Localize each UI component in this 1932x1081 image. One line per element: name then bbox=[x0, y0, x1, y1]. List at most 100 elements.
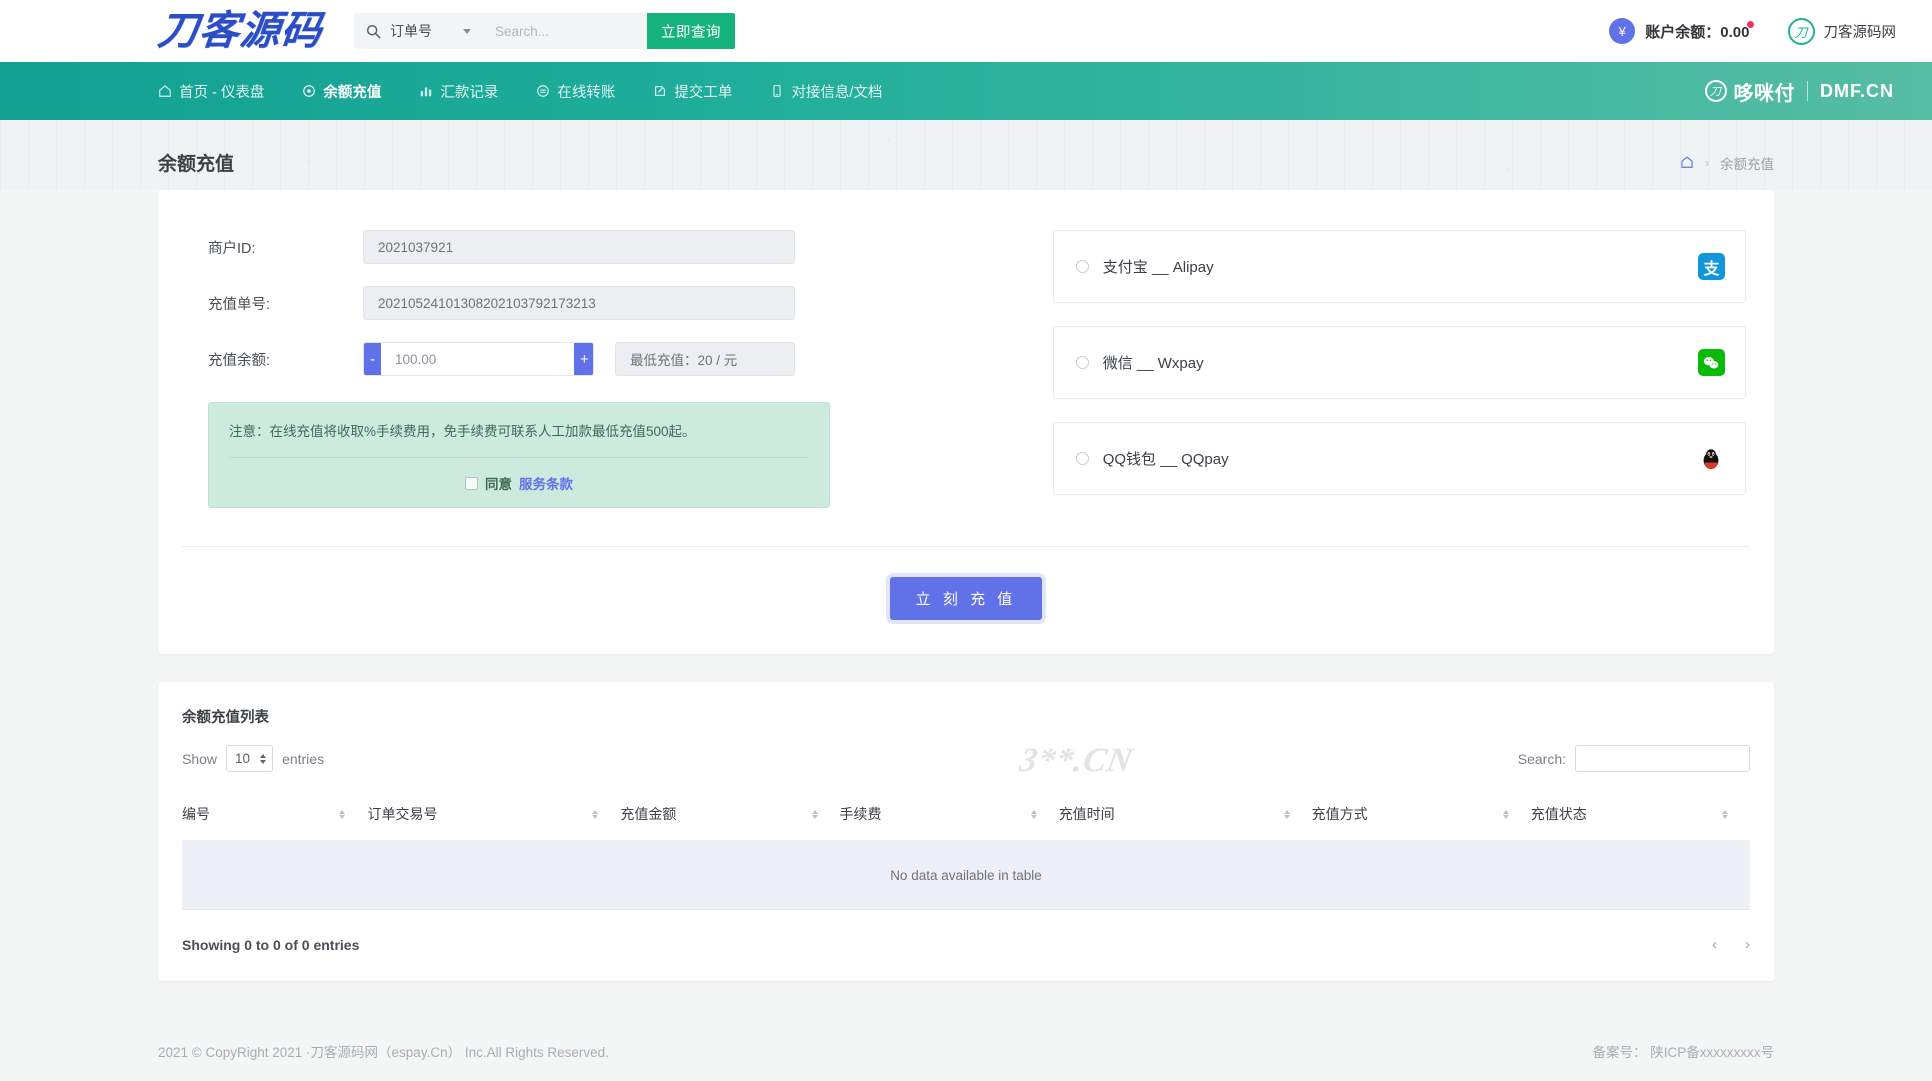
nav-label: 对接信息/文档 bbox=[791, 84, 883, 101]
alipay-label: 支付宝 __ Alipay bbox=[1102, 259, 1214, 276]
column-header-fee[interactable]: 手续费 bbox=[839, 792, 1059, 842]
nav-item-remittance[interactable]: 汇款记录 bbox=[419, 81, 498, 102]
search-icon bbox=[366, 24, 381, 39]
notice-box: 注意：在线充值将收取%手续费用，免手续费可联系人工加款最低充值500起。 同意 … bbox=[208, 402, 830, 508]
header-right-cluster: ¥ 账户余额：0.00 刀 刀客源码网 bbox=[1609, 17, 1897, 45]
nav-brand-name: 哆咪付 bbox=[1733, 82, 1795, 105]
agree-checkbox[interactable] bbox=[465, 476, 478, 490]
nav-brand-circle-icon: 刀 bbox=[1704, 80, 1727, 102]
search-type-dropdown[interactable]: 订单号 bbox=[354, 13, 481, 49]
column-label: 订单交易号 bbox=[367, 806, 438, 822]
pagination-next-button[interactable]: › bbox=[1745, 936, 1750, 953]
wxpay-radio[interactable] bbox=[1075, 356, 1089, 369]
payment-option-qqpay[interactable]: QQ钱包 __ QQpay bbox=[1052, 422, 1746, 495]
alipay-radio[interactable] bbox=[1075, 260, 1089, 273]
table-footer: Showing 0 to 0 of 0 entries ‹ › bbox=[182, 936, 1750, 953]
column-header-id[interactable]: 编号 bbox=[182, 792, 368, 842]
account-menu[interactable]: 刀 刀客源码网 bbox=[1787, 17, 1897, 45]
table-empty-message: No data available in table bbox=[182, 841, 1750, 910]
column-header-method[interactable]: 充值方式 bbox=[1311, 792, 1531, 842]
table-controls: Show 10 entries Search: bbox=[182, 745, 1750, 772]
table-title: 余额充值列表 bbox=[182, 710, 269, 726]
sort-icon bbox=[339, 809, 367, 819]
doc-icon bbox=[770, 84, 784, 98]
table-search-input[interactable] bbox=[1575, 745, 1750, 772]
ticket-icon bbox=[653, 84, 667, 98]
page-footer: 2021 © CopyRight 2021 ·刀客源码网（espay.Cn） I… bbox=[0, 1021, 1932, 1081]
breadcrumb-current: 余额充值 bbox=[1720, 157, 1774, 172]
field-merchant-id: 商户ID: 2021037921 bbox=[208, 230, 1029, 264]
alipay-icon: 支 bbox=[1697, 253, 1725, 280]
column-label: 充值时间 bbox=[1058, 806, 1115, 822]
search-type-label: 订单号 bbox=[390, 23, 432, 39]
pagination-prev-button[interactable]: ‹ bbox=[1712, 936, 1717, 953]
amount-input[interactable] bbox=[381, 343, 574, 375]
sort-icon bbox=[592, 809, 620, 819]
nav-item-dashboard[interactable]: 首页 - 仪表盘 bbox=[158, 81, 264, 102]
breadcrumb-home-icon[interactable] bbox=[1680, 155, 1694, 172]
transfer-icon bbox=[536, 84, 550, 98]
top-header: 刀客源码 订单号 立即查询 ¥ 账户余额：0.00 刀 刀客源码网 bbox=[0, 0, 1932, 62]
table-search-area: Search: bbox=[1518, 745, 1750, 772]
recharge-list-card: 3**.CN 余额充值列表 Show 10 entries Search: 编号… bbox=[158, 682, 1774, 981]
table-head: 编号 订单交易号 充值金额 手续费 充值时间 充值方式 充值状态 bbox=[182, 792, 1750, 842]
payment-option-alipay[interactable]: 支付宝 __ Alipay 支 bbox=[1052, 230, 1746, 303]
search-input[interactable] bbox=[481, 13, 647, 49]
breadcrumb: › 余额充值 bbox=[1680, 153, 1774, 173]
yen-icon: ¥ bbox=[1609, 18, 1636, 44]
column-header-transaction-no[interactable]: 订单交易号 bbox=[367, 792, 621, 842]
show-suffix-label: entries bbox=[282, 750, 325, 767]
sort-icon bbox=[1722, 809, 1750, 819]
recharge-submit-button[interactable]: 立 刻 充 值 bbox=[889, 577, 1043, 620]
amount-increment-button[interactable]: + bbox=[574, 343, 593, 375]
nav-item-transfer[interactable]: 在线转账 bbox=[536, 81, 615, 102]
sort-icon bbox=[1283, 809, 1312, 819]
column-header-amount[interactable]: 充值金额 bbox=[620, 792, 840, 842]
nav-item-docs[interactable]: 对接信息/文档 bbox=[770, 81, 882, 102]
main-navigation: 首页 - 仪表盘 余额充值 汇款记录 在线转账 提交工单 对接信息/文档 刀 哆… bbox=[0, 62, 1932, 120]
main-content: 商户ID: 2021037921 充值单号: 20210524101308202… bbox=[0, 190, 1932, 981]
page-header-band: 余额充值 › 余额充值 bbox=[0, 120, 1932, 190]
recharge-card: 商户ID: 2021037921 充值单号: 20210524101308202… bbox=[158, 190, 1774, 654]
nav-item-recharge[interactable]: 余额充值 bbox=[302, 81, 381, 102]
min-amount-note: 最低充值：20 / 元 bbox=[615, 342, 795, 376]
nav-item-ticket[interactable]: 提交工单 bbox=[653, 81, 732, 102]
footer-copyright: 2021 © CopyRight 2021 ·刀客源码网（espay.Cn） I… bbox=[158, 1045, 609, 1060]
chart-icon bbox=[419, 84, 433, 98]
amount-stepper: - + bbox=[363, 342, 594, 376]
page-length-value: 10 bbox=[235, 751, 251, 766]
recharge-form: 商户ID: 2021037921 充值单号: 20210524101308202… bbox=[182, 230, 1029, 518]
agree-row: 同意 服务条款 bbox=[229, 458, 809, 493]
column-label: 充值金额 bbox=[620, 806, 677, 822]
account-balance[interactable]: ¥ 账户余额：0.00 bbox=[1609, 18, 1754, 44]
account-name: 刀客源码网 bbox=[1823, 24, 1897, 41]
sort-icon bbox=[1502, 809, 1531, 819]
column-header-status[interactable]: 充值状态 bbox=[1530, 792, 1750, 842]
nav-brand-domain: DMF.CN bbox=[1820, 80, 1894, 101]
header-search-group: 订单号 立即查询 bbox=[354, 13, 735, 49]
account-balance-label: 账户余额：0.00 bbox=[1645, 23, 1750, 41]
wallet-icon bbox=[302, 84, 316, 98]
table-search-label: Search: bbox=[1517, 750, 1566, 767]
terms-link[interactable]: 服务条款 bbox=[519, 473, 573, 493]
sort-icon bbox=[1030, 809, 1059, 819]
search-submit-button[interactable]: 立即查询 bbox=[647, 13, 735, 49]
nav-label: 汇款记录 bbox=[440, 84, 499, 101]
qqpay-radio[interactable] bbox=[1075, 452, 1089, 465]
footer-icp: 备案号： 陕ICP备xxxxxxxxx号 bbox=[1592, 1045, 1774, 1060]
nav-label: 余额充值 bbox=[323, 84, 382, 101]
column-label: 充值状态 bbox=[1530, 806, 1587, 822]
page-length-select[interactable]: 10 bbox=[226, 745, 274, 772]
table-empty-row: No data available in table bbox=[182, 841, 1750, 910]
agree-label: 同意 bbox=[485, 477, 512, 492]
notification-dot bbox=[1746, 21, 1754, 28]
table-body: No data available in table bbox=[182, 841, 1750, 910]
site-logo[interactable]: 刀客源码 bbox=[156, 8, 325, 53]
order-no-value: 20210524101308202103792173213 bbox=[363, 286, 795, 320]
column-header-time[interactable]: 充值时间 bbox=[1058, 792, 1312, 842]
payment-option-wxpay[interactable]: 微信 __ Wxpay bbox=[1052, 326, 1746, 399]
table-pagination: ‹ › bbox=[1712, 936, 1750, 953]
amount-decrement-button[interactable]: - bbox=[364, 343, 381, 375]
column-label: 编号 bbox=[182, 806, 210, 822]
qq-icon bbox=[1698, 445, 1725, 472]
